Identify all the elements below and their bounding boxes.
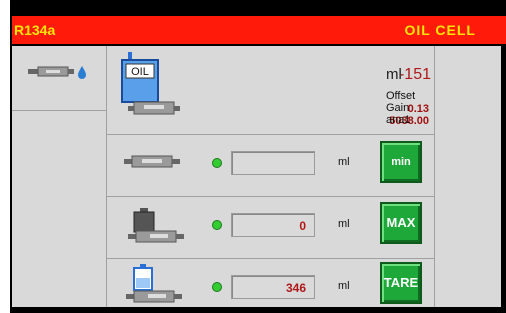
tare-unit: ml (338, 280, 350, 292)
status-led (212, 158, 222, 168)
bottle-on-load-cell-icon (126, 264, 182, 303)
tare-button[interactable]: TARE (380, 262, 422, 304)
status-led (212, 220, 222, 230)
load-cell-oil-drop-icon (28, 66, 86, 79)
oil-unit: ml (386, 66, 402, 83)
max-button[interactable]: MAX (380, 202, 422, 244)
main-panel: OIL -151 ml 0.13 5038.00 Offset Gain ana… (12, 46, 501, 307)
gain-label: Gain (386, 102, 410, 114)
divider (106, 258, 434, 259)
channel-label: ana1 (386, 114, 411, 126)
min-unit: ml (338, 156, 350, 168)
oil-tank-load-cell-icon: OIL (121, 52, 180, 115)
title-bar: R134a OIL CELL (12, 16, 506, 44)
max-value-field[interactable]: 0 (231, 213, 315, 237)
offset-label: Offset (386, 90, 416, 102)
min-value-field[interactable] (231, 151, 315, 175)
divider (12, 110, 106, 111)
max-unit: ml (338, 218, 350, 230)
tank-label: OIL (131, 66, 149, 78)
divider (434, 46, 435, 307)
divider (106, 134, 434, 135)
status-led (212, 282, 222, 292)
oil-value: -151 (398, 66, 431, 83)
refrigerant-label: R134a (14, 22, 56, 38)
page-title: OIL CELL (404, 22, 476, 38)
min-button[interactable]: min (380, 141, 422, 183)
offset-value: 0.13 (407, 103, 429, 115)
divider (106, 196, 434, 197)
tare-value-field[interactable]: 346 (231, 275, 315, 299)
weight-on-load-cell-icon (128, 208, 184, 243)
divider (106, 46, 107, 307)
load-cell-icon (124, 155, 180, 168)
